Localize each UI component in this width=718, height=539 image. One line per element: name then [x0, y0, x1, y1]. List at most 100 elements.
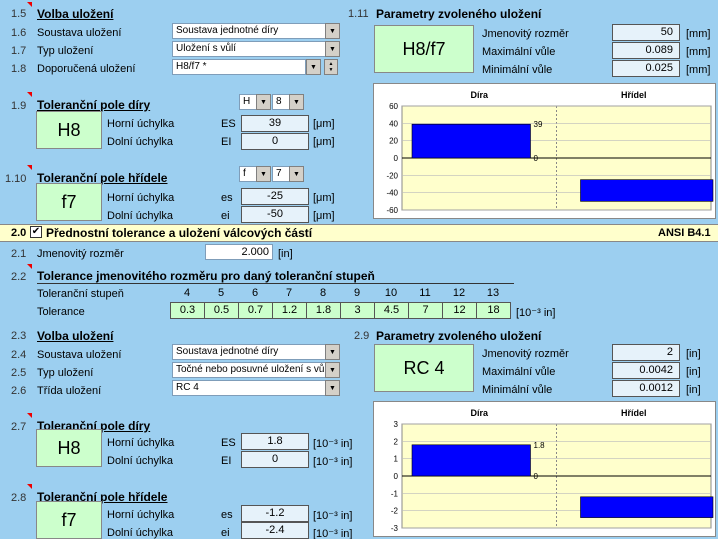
y-tick-label: -2: [391, 507, 399, 516]
unit-label: [in]: [686, 348, 701, 360]
chevron-down-icon[interactable]: ▼: [289, 94, 304, 110]
tolerance-table-title: Tolerance jmenovitého rozměru pro daný t…: [37, 269, 375, 283]
fit-badge: H8/f7: [374, 25, 474, 73]
tolerance-cell: 1.2: [272, 302, 307, 319]
shaft-tolerance-badge: f7: [36, 501, 102, 539]
unit-label: [mm]: [686, 28, 711, 40]
unit-label: [in]: [278, 248, 293, 260]
comment-marker: [27, 264, 32, 269]
spin-down-icon[interactable]: ▼: [329, 67, 334, 73]
y-tick-label: 40: [389, 119, 398, 128]
tolerance-bar: [580, 496, 714, 518]
row-number: 1.10: [5, 173, 27, 185]
bar-label: 0: [534, 472, 539, 481]
lower-deviation-label: Dolní úchylka: [107, 527, 174, 539]
ei-label: ei: [221, 527, 230, 539]
comment-marker: [27, 165, 32, 170]
nominal-size-label: Jmenovitý rozměr: [37, 248, 124, 260]
row-number: 2.7: [11, 421, 27, 433]
y-tick-label: 20: [389, 137, 398, 146]
unit-label: [in]: [686, 384, 701, 396]
section-title-fit-selection: Volba uložení: [37, 7, 114, 21]
recommended-fits-label: Doporučená uložení: [37, 63, 136, 75]
chevron-down-icon[interactable]: ▼: [306, 59, 321, 75]
tolerance-cell: 0.5: [204, 302, 239, 319]
fit-class-select[interactable]: RC 4: [172, 380, 326, 396]
y-tick-label: 0: [394, 154, 399, 163]
enable-checkbox[interactable]: ✔: [30, 226, 42, 238]
spinner[interactable]: ▲ ▼: [324, 59, 338, 75]
es-label: ES: [221, 118, 236, 130]
chevron-down-icon[interactable]: ▼: [325, 23, 340, 39]
fit-system-select[interactable]: Soustava jednotné díry: [172, 344, 326, 360]
grade-row-label: Toleranční stupeň: [37, 288, 124, 300]
unit-label: [μm]: [313, 210, 335, 222]
unit-label: [10⁻³ in]: [313, 438, 353, 450]
grade-cell: 9: [353, 287, 361, 299]
standard-label: ANSI B4.1: [658, 227, 711, 239]
max-clearance-value: 0.089: [612, 42, 680, 59]
divider: [37, 283, 514, 284]
ei-label: EI: [221, 455, 232, 467]
hole-tolerance-badge: H8: [36, 429, 102, 467]
bar-label: 1.8: [534, 441, 546, 450]
fit-class-label: Třída uložení: [37, 385, 102, 397]
min-clearance-label: Minimální vůle: [482, 64, 553, 76]
fit-type-select[interactable]: Točné nebo posuvné uložení s vůlí: [172, 362, 326, 378]
fit-system-label: Soustava uložení: [37, 349, 122, 361]
chevron-down-icon[interactable]: ▼: [256, 166, 271, 182]
fit-selection-title: Volba uložení: [37, 329, 114, 343]
chevron-down-icon[interactable]: ▼: [325, 344, 340, 360]
y-tick-label: -1: [391, 489, 399, 498]
shaft-es-value: -1.2: [241, 505, 309, 522]
chevron-down-icon[interactable]: ▼: [256, 94, 271, 110]
hole-grade-select[interactable]: 8: [272, 94, 290, 110]
unit-label: [μm]: [313, 136, 335, 148]
bar-label: 39: [534, 120, 543, 129]
tolerance-cell: 0.3: [170, 302, 205, 319]
recommended-fits-select[interactable]: H8/f7 *: [172, 59, 306, 75]
fit-badge: RC 4: [374, 344, 474, 392]
unit-label: [in]: [686, 366, 701, 378]
shaft-letter-select[interactable]: f: [239, 166, 257, 182]
fit-type-label: Typ uložení: [37, 45, 94, 57]
upper-deviation-label: Horní úchylka: [107, 509, 175, 521]
unit-label: [10⁻³ in]: [313, 510, 353, 522]
tolerance-bar: [411, 444, 531, 477]
grade-cell: 4: [183, 287, 191, 299]
row-number: 2.6: [11, 385, 27, 397]
row-number: 1.8: [11, 63, 27, 75]
tolerance-row-label: Tolerance: [37, 306, 85, 318]
chevron-down-icon[interactable]: ▼: [325, 362, 340, 378]
y-tick-label: -60: [386, 206, 398, 215]
chevron-down-icon[interactable]: ▼: [325, 380, 340, 396]
nominal-size-value: 50: [612, 24, 680, 41]
grade-cell: 5: [217, 287, 225, 299]
unit-label: [10⁻³ in]: [516, 307, 556, 319]
hole-letter-select[interactable]: H: [239, 94, 257, 110]
nominal-size-input[interactable]: 2.000: [205, 244, 273, 260]
shaft-grade-select[interactable]: 7: [272, 166, 290, 182]
y-tick-label: 60: [389, 102, 398, 111]
fit-system-select[interactable]: Soustava jednotné díry: [172, 23, 326, 39]
chevron-down-icon[interactable]: ▼: [289, 166, 304, 182]
y-tick-label: -3: [391, 524, 399, 533]
hole-tolerance-title: Toleranční pole díry: [37, 98, 151, 112]
grade-cell: 13: [486, 287, 500, 299]
es-label: ES: [221, 437, 236, 449]
chevron-down-icon[interactable]: ▼: [325, 41, 340, 57]
comment-marker: [27, 413, 32, 418]
tolerance-chart-imperial: 3210-1-2-3Díra1.80Hřídel-1.2-2.4: [373, 401, 716, 537]
fit-type-select[interactable]: Uložení s vůlí: [172, 41, 326, 57]
y-tick-label: -20: [386, 171, 398, 180]
row-number: 2.3: [11, 330, 27, 342]
nominal-size-label: Jmenovitý rozměr: [482, 28, 569, 40]
min-clearance-value: 0.025: [612, 60, 680, 77]
section-title: Přednostní tolerance a uložení válcových…: [46, 226, 313, 240]
hole-es-value: 39: [241, 115, 309, 132]
unit-label: [10⁻³ in]: [313, 456, 353, 468]
hole-es-value: 1.8: [241, 433, 309, 450]
upper-deviation-label: Horní úchylka: [107, 437, 175, 449]
y-tick-label: 2: [394, 437, 399, 446]
row-number: 1.6: [11, 27, 27, 39]
